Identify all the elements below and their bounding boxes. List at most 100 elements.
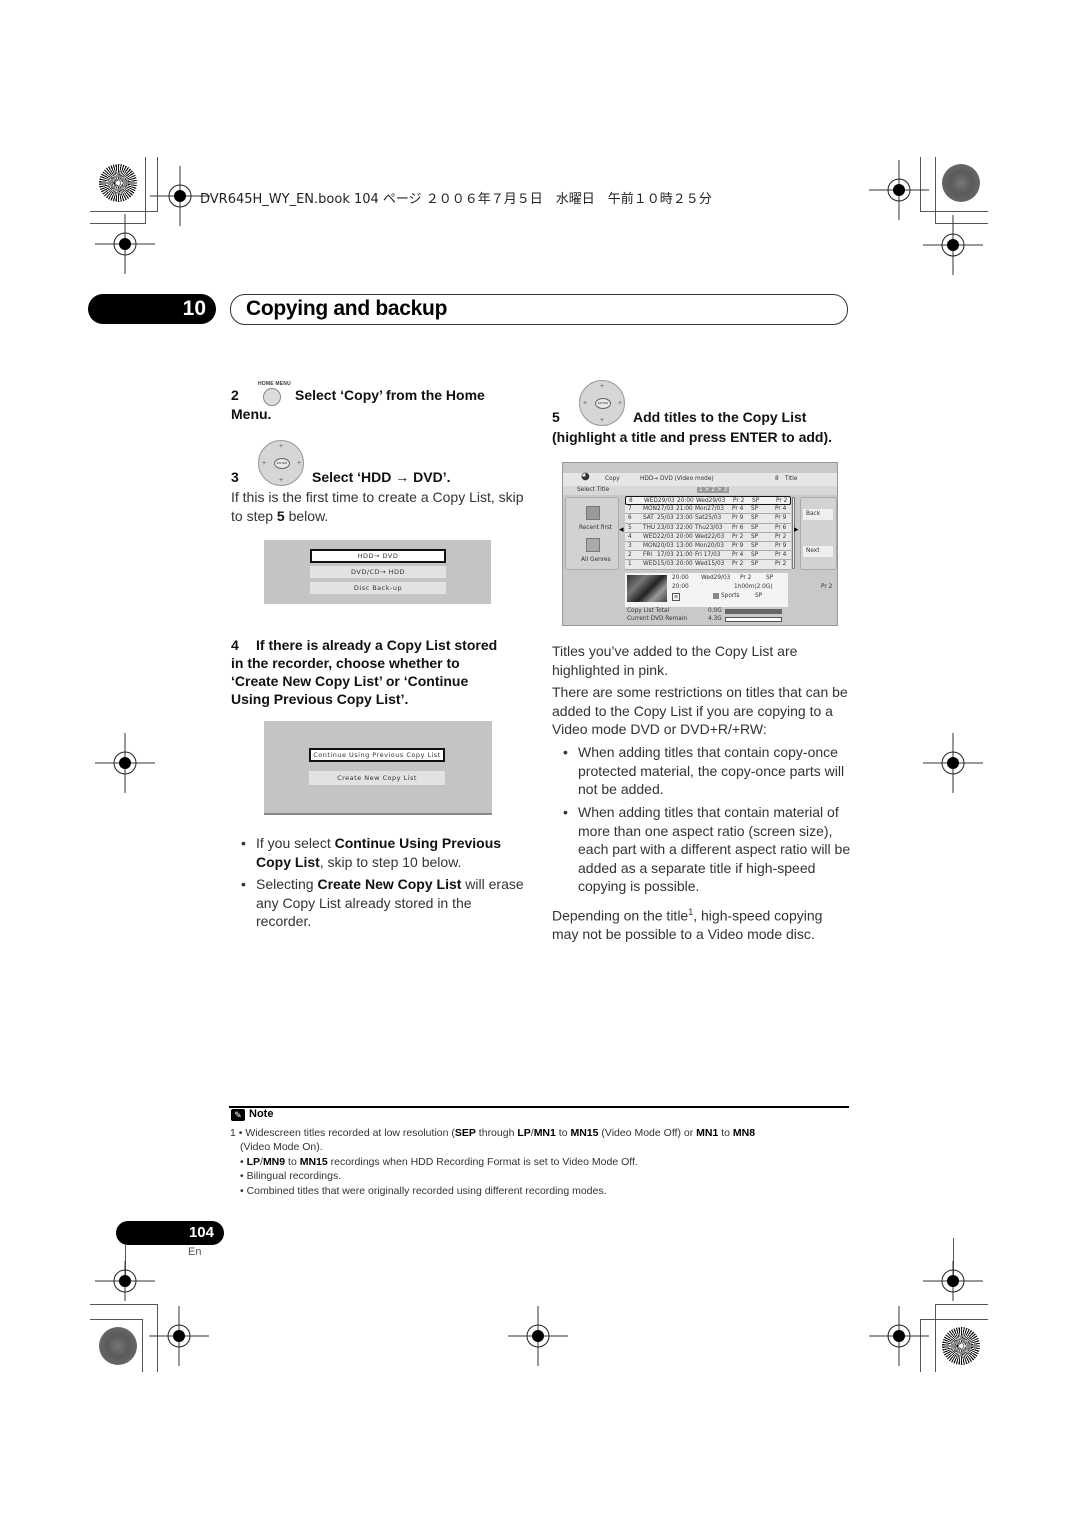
note-line-1: 1 • Widescreen titles recorded at low re… [230, 1127, 756, 1139]
title-row-date: 20/03 [657, 542, 674, 549]
genre-icon [713, 593, 719, 599]
step-heading: Select ‘HDD → DVD’. [312, 469, 451, 485]
page-indicator[interactable]: 1 > 2 > 3 [697, 487, 730, 493]
copy-list-total-bar [725, 609, 782, 614]
title-row-pr: Pr 2 [775, 533, 787, 540]
crop-line [935, 1304, 988, 1305]
page-number: 104 [116, 1221, 224, 1245]
title-row-name: Thu23/03 [695, 524, 723, 531]
title-row-ch: Pr 9 [732, 515, 744, 522]
title-row[interactable]: 2 FRI 17/03 21:00 Fri 17/03 Pr 4 SP Pr 4 [625, 551, 791, 561]
dvd-remain-bar [725, 617, 782, 622]
title-row-num: 1 [628, 561, 632, 568]
title-row-pr: Pr 4 [775, 552, 787, 559]
home-menu-button-icon [263, 388, 281, 406]
note-title: Note [249, 1108, 274, 1120]
crop-line [90, 211, 158, 212]
bullet-item: If you select Continue Using Previous Co… [256, 835, 502, 870]
note-line-1-cont: (Video Mode On). [240, 1141, 323, 1153]
menu-item-disc-backup[interactable]: Disc Back-up [310, 582, 446, 594]
title-row-num: 6 [628, 515, 632, 522]
title-info-panel: 20:00 Wed29/03 Pr 2 SP 20:00 1h00m(2.0G)… [625, 573, 788, 607]
menu-item-create-new[interactable]: Create New Copy List [309, 771, 445, 785]
title-row-name: Wed22/03 [695, 533, 725, 540]
title-row-num: 5 [628, 524, 632, 531]
title-row-num: 3 [628, 542, 632, 549]
title-row-name: Fri 17/03 [695, 552, 721, 559]
title-row-num: 2 [628, 552, 632, 559]
title-row-time: 20:00 [677, 498, 694, 504]
title-row-date: 15/03 [657, 561, 674, 568]
step-number: 5 [552, 409, 560, 425]
registration-mark-icon [923, 1251, 983, 1311]
back-button[interactable]: Back [803, 509, 833, 520]
title-row-ch: Pr 2 [732, 561, 744, 568]
title-row-ch: Pr 4 [732, 552, 744, 559]
title-row-day: WED [643, 533, 657, 540]
registration-mark-icon [149, 1306, 209, 1366]
title-row-mode: SP [752, 498, 760, 504]
title-row-day: WED [644, 498, 658, 504]
title-row-date: 22/03 [657, 533, 674, 540]
title-row-name: Sat25/03 [695, 515, 722, 522]
title-row[interactable]: 7 MON 27/03 21:00 Mon27/03 Pr 4 SP Pr 4 [625, 505, 791, 515]
step-heading: Select ‘Copy’ from the Home [295, 387, 485, 403]
title-row-ch: Pr 2 [733, 498, 745, 504]
right-arrow-icon[interactable]: ▸ [794, 525, 799, 535]
step-heading: Add titles to the Copy List [633, 409, 807, 425]
title-row[interactable]: 3 MON 20/03 13:00 Mon20/03 Pr 9 SP Pr 9 [625, 541, 791, 552]
registration-mark-icon [95, 733, 155, 793]
registration-mark-icon [508, 1306, 568, 1366]
step-heading-line: ‘Create New Copy List’ or ‘Continue [231, 673, 469, 689]
left-arrow-icon[interactable]: ◂ [619, 525, 624, 535]
page-language: En [188, 1246, 202, 1258]
crop-line [920, 211, 988, 212]
crop-line [935, 157, 936, 224]
step-heading-cont: Menu. [231, 406, 272, 422]
sort-recent-first[interactable]: Recent first [579, 525, 612, 531]
paragraph-pink: Titles you’ve added to the Copy List are… [552, 643, 798, 678]
title-row-time: 20:00 [676, 561, 693, 568]
title-row-pr: Pr 6 [775, 524, 787, 531]
paragraph-depending: Depending on the title1, high-speed copy… [552, 907, 823, 943]
title-row-date: 17/03 [657, 552, 674, 559]
enter-dpad-icon: + + + + ENTER [579, 380, 625, 426]
step-heading-line: in the recorder, choose whether to [231, 655, 460, 671]
title-row-mode: SP [751, 506, 759, 513]
menu-item-continue-previous[interactable]: Continue Using Previous Copy List [309, 748, 445, 762]
title-row-day: MON [643, 542, 657, 549]
title-row-day: SAT [643, 515, 654, 522]
starburst-mark-icon [942, 1327, 980, 1365]
title-row-mode: SP [751, 533, 759, 540]
title-row[interactable]: 5 THU 23/03 22:00 Thu23/03 Pr 6 SP Pr 6 [625, 523, 791, 533]
step-heading-cont: (highlight a title and press ENTER to ad… [552, 429, 833, 445]
note-divider [229, 1106, 849, 1108]
note-pencil-icon: ✎ [231, 1109, 245, 1121]
next-button[interactable]: Next [803, 546, 833, 557]
title-row-time: 20:00 [676, 533, 693, 540]
note-line-4: • Combined titles that were originally r… [240, 1185, 607, 1197]
copy-screen-subbar: Select Title 1 > 2 > 3 [563, 486, 837, 495]
registration-mark-icon [869, 1306, 929, 1366]
registration-mark-icon [95, 214, 155, 274]
title-row-name: Mon20/03 [695, 542, 724, 549]
title-row-ch: Pr 9 [732, 542, 744, 549]
title-row-name: Mon27/03 [695, 506, 724, 513]
recent-first-icon [586, 506, 600, 520]
title-row[interactable]: 6 SAT 25/03 23:00 Sat25/03 Pr 9 SP Pr 9 [625, 514, 791, 524]
title-row[interactable]: 4 WED 22/03 20:00 Wed22/03 Pr 2 SP Pr 2 [625, 532, 791, 542]
note-line-2: • LP/MN9 to MN15 recordings when HDD Rec… [240, 1156, 638, 1168]
registration-mark-icon [923, 215, 983, 275]
title-row[interactable]: 8 WED 29/03 20:00 Wed29/03 Pr 2 SP Pr 2 [625, 496, 791, 506]
nav-panel: Back Next [800, 497, 837, 570]
title-thumbnail [627, 575, 667, 602]
sort-all-genres[interactable]: All Genres [581, 557, 611, 563]
menu-item-hdd-to-dvd[interactable]: HDD→ DVD [310, 549, 446, 563]
title-row-day: MON [643, 506, 657, 513]
title-row[interactable]: 1 WED 15/03 20:00 Wed15/03 Pr 2 SP Pr 2 [625, 560, 791, 570]
step-heading-line: Using Previous Copy List’. [231, 691, 409, 707]
title-row-day: FRI [643, 552, 653, 559]
menu-item-dvd-to-hdd[interactable]: DVD/CD→ HDD [310, 566, 446, 578]
title-row-pr: Pr 9 [775, 515, 787, 522]
title-row-pr: Pr 2 [776, 498, 788, 504]
